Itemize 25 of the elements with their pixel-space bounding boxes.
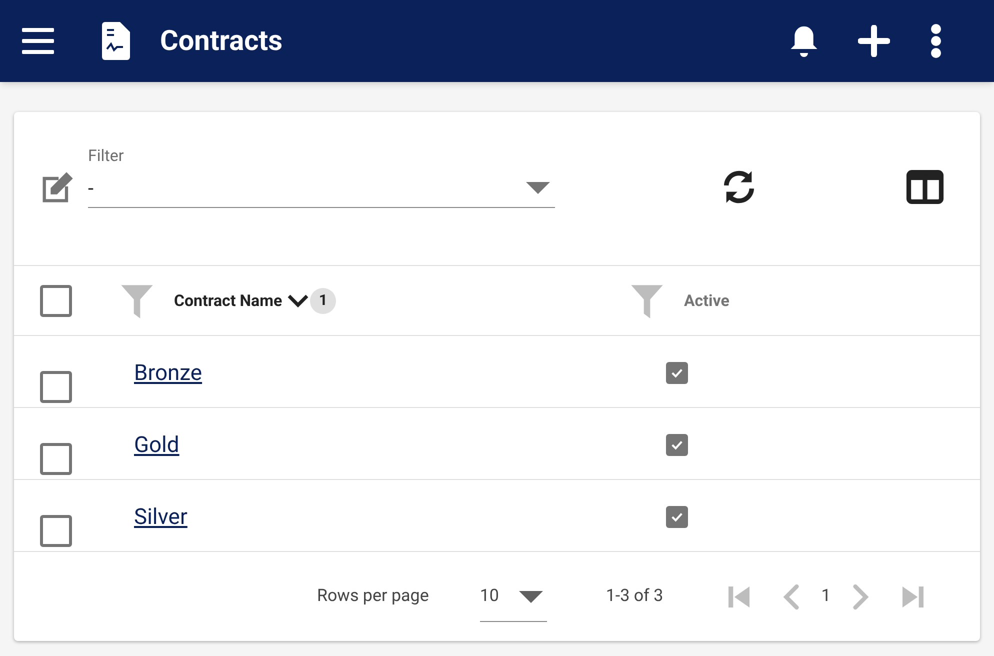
- filter-label: Filter: [88, 145, 125, 167]
- plus-icon[interactable]: [858, 25, 890, 57]
- filter-value: -: [88, 175, 95, 202]
- columns-icon[interactable]: [906, 170, 944, 204]
- rows-per-page-label: Rows per page: [317, 584, 429, 608]
- more-icon[interactable]: [930, 24, 942, 58]
- contract-link[interactable]: Silver: [134, 505, 188, 530]
- app-title: Contracts: [160, 23, 283, 59]
- document-icon: [102, 22, 130, 60]
- contract-link[interactable]: Gold: [134, 433, 180, 458]
- caret-icon: [518, 591, 543, 603]
- contract-link[interactable]: Bronze: [134, 361, 202, 386]
- rows-per-page-select[interactable]: 10: [480, 572, 547, 622]
- filter-field[interactable]: Filter -: [88, 144, 555, 208]
- sort-badge: 1: [310, 288, 336, 314]
- select-all-checkbox[interactable]: [40, 284, 72, 316]
- caret-icon: [526, 182, 550, 194]
- row-checkbox[interactable]: [40, 371, 72, 403]
- row-checkbox[interactable]: [40, 515, 72, 547]
- page-range: 1-3 of 3: [606, 584, 664, 608]
- page-number: 1: [821, 584, 831, 608]
- column-header[interactable]: Contract Name: [174, 288, 282, 312]
- menu-icon[interactable]: [22, 27, 54, 55]
- row-checkbox[interactable]: [40, 443, 72, 475]
- column-header[interactable]: Active: [684, 288, 730, 312]
